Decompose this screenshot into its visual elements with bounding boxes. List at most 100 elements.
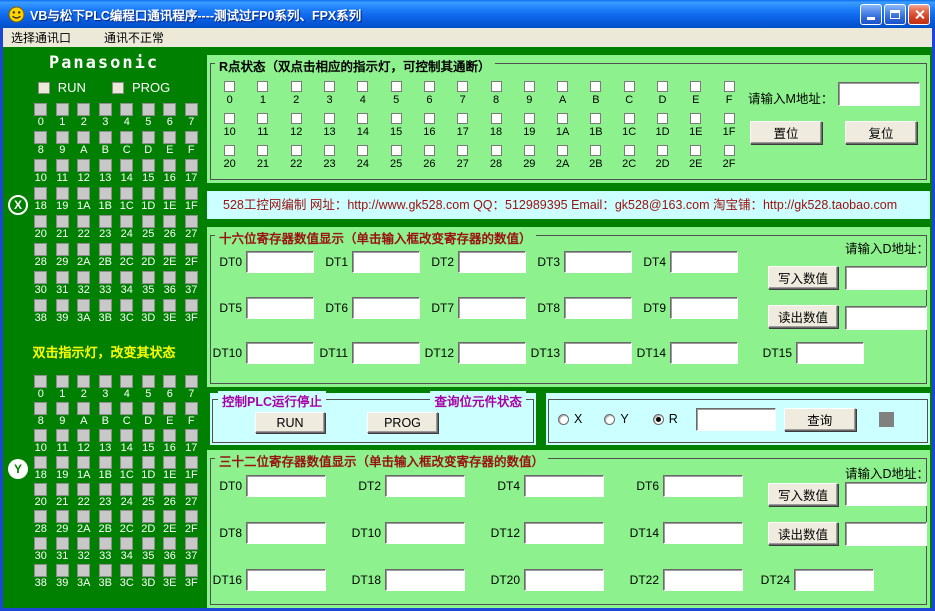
maximize-button[interactable]: [884, 3, 906, 25]
led-cell[interactable]: 34: [116, 271, 138, 299]
led-indicator[interactable]: [184, 271, 198, 284]
led-cell[interactable]: 1E: [159, 456, 181, 483]
read-value-button[interactable]: 读出数值: [768, 305, 838, 328]
led-indicator[interactable]: [55, 537, 69, 550]
led-cell[interactable]: 2B: [95, 510, 117, 537]
led-indicator[interactable]: [55, 402, 69, 415]
led-cell[interactable]: 1F: [181, 456, 203, 483]
register-input[interactable]: [385, 522, 465, 544]
led-indicator[interactable]: [184, 159, 198, 172]
led-cell[interactable]: 27: [181, 215, 203, 243]
led-indicator[interactable]: [141, 429, 155, 442]
led-indicator[interactable]: [55, 103, 69, 116]
r-led-cell[interactable]: 8: [479, 81, 512, 113]
register-input[interactable]: [564, 251, 632, 273]
led-cell[interactable]: 15: [138, 159, 160, 187]
led-indicator[interactable]: [184, 215, 198, 228]
led-cell[interactable]: 33: [95, 271, 117, 299]
led-indicator[interactable]: [34, 243, 48, 256]
led-indicator[interactable]: [55, 510, 69, 523]
r-led-cell[interactable]: F: [712, 81, 745, 113]
led-cell[interactable]: 19: [52, 456, 74, 483]
led-cell[interactable]: 23: [95, 483, 117, 510]
led-cell[interactable]: 3C: [116, 564, 138, 591]
register-input[interactable]: [352, 342, 420, 364]
led-cell[interactable]: 36: [159, 537, 181, 564]
led-indicator[interactable]: [55, 375, 69, 388]
r-led-indicator[interactable]: [423, 81, 435, 92]
led-indicator[interactable]: [77, 537, 91, 550]
led-cell[interactable]: 20: [30, 483, 52, 510]
led-cell[interactable]: 8: [30, 131, 52, 159]
menu-item-select-port[interactable]: 选择通讯口: [11, 29, 71, 46]
led-indicator[interactable]: [184, 537, 198, 550]
led-indicator[interactable]: [34, 299, 48, 312]
led-cell[interactable]: 28: [30, 510, 52, 537]
r-led-cell[interactable]: 2B: [579, 145, 612, 177]
register-input[interactable]: [663, 475, 743, 497]
r-led-indicator[interactable]: [557, 113, 569, 124]
radio-group-r[interactable]: R: [652, 412, 678, 426]
r-led-cell[interactable]: 1B: [579, 113, 612, 145]
led-indicator[interactable]: [163, 429, 177, 442]
r-led-indicator[interactable]: [390, 145, 402, 156]
led-indicator[interactable]: [98, 375, 112, 388]
led-indicator[interactable]: [98, 187, 112, 200]
r-led-cell[interactable]: 2D: [646, 145, 679, 177]
led-cell[interactable]: 29: [52, 510, 74, 537]
r-led-cell[interactable]: 7: [446, 81, 479, 113]
led-cell[interactable]: C: [116, 402, 138, 429]
led-indicator[interactable]: [55, 456, 69, 469]
led-indicator[interactable]: [184, 131, 198, 144]
led-indicator[interactable]: [120, 103, 134, 116]
led-cell[interactable]: B: [95, 131, 117, 159]
led-indicator[interactable]: [98, 564, 112, 577]
led-cell[interactable]: 9: [52, 131, 74, 159]
r-led-cell[interactable]: 13: [313, 113, 346, 145]
register-input[interactable]: [524, 475, 604, 497]
r-led-indicator[interactable]: [490, 145, 502, 156]
led-cell[interactable]: 1B: [95, 187, 117, 215]
led-cell[interactable]: D: [138, 131, 160, 159]
led-cell[interactable]: 17: [181, 159, 203, 187]
led-indicator[interactable]: [163, 375, 177, 388]
led-cell[interactable]: 21: [52, 215, 74, 243]
led-indicator[interactable]: [98, 510, 112, 523]
led-indicator[interactable]: [120, 537, 134, 550]
r-led-indicator[interactable]: [423, 113, 435, 124]
led-cell[interactable]: 1F: [181, 187, 203, 215]
led-indicator[interactable]: [184, 564, 198, 577]
led-indicator[interactable]: [120, 510, 134, 523]
led-indicator[interactable]: [77, 429, 91, 442]
led-cell[interactable]: 3D: [138, 299, 160, 327]
led-cell[interactable]: 2E: [159, 510, 181, 537]
r-led-cell[interactable]: 24: [346, 145, 379, 177]
query-button[interactable]: 查询: [783, 407, 856, 431]
led-cell[interactable]: 2C: [116, 510, 138, 537]
r-led-indicator[interactable]: [324, 113, 336, 124]
r-led-indicator[interactable]: [457, 145, 469, 156]
r-led-cell[interactable]: 2A: [546, 145, 579, 177]
r-led-cell[interactable]: 29: [513, 145, 546, 177]
led-cell[interactable]: 1: [52, 103, 74, 131]
led-cell[interactable]: 22: [73, 483, 95, 510]
r-led-cell[interactable]: 6: [413, 81, 446, 113]
read-value-button[interactable]: 读出数值: [768, 522, 838, 545]
led-cell[interactable]: 13: [95, 429, 117, 456]
led-cell[interactable]: 24: [116, 215, 138, 243]
r-led-indicator[interactable]: [657, 113, 668, 124]
led-cell[interactable]: 30: [30, 271, 52, 299]
led-indicator[interactable]: [163, 402, 177, 415]
led-cell[interactable]: 2A: [73, 243, 95, 271]
led-cell[interactable]: A: [73, 402, 95, 429]
led-cell[interactable]: 4: [116, 375, 138, 402]
d-address-write-input[interactable]: [845, 266, 927, 290]
led-cell[interactable]: 13: [95, 159, 117, 187]
r-led-cell[interactable]: 2: [280, 81, 313, 113]
led-indicator[interactable]: [163, 131, 177, 144]
led-cell[interactable]: 38: [30, 299, 52, 327]
led-indicator[interactable]: [120, 187, 134, 200]
led-cell[interactable]: 34: [116, 537, 138, 564]
r-led-indicator[interactable]: [423, 145, 435, 156]
led-cell[interactable]: 27: [181, 483, 203, 510]
